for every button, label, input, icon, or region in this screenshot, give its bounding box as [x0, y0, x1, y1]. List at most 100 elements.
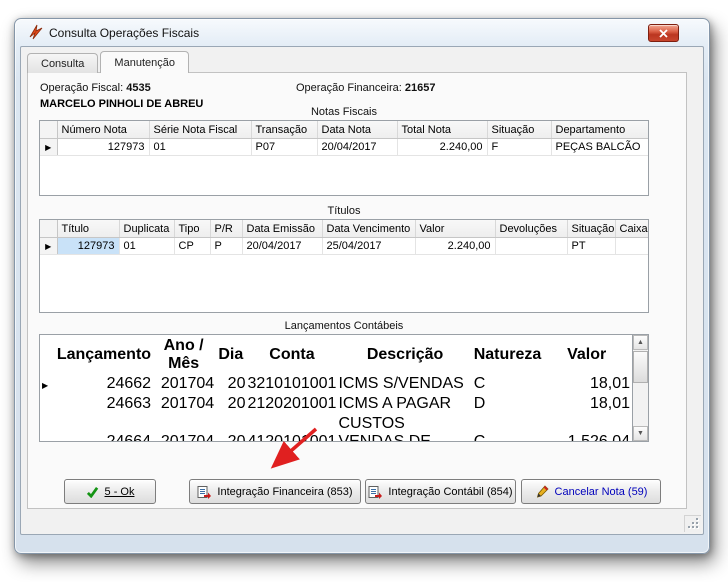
titulos-table-row[interactable]: ▶ 127973 01 CP P 20/04/2017 25/04/2017 2… [40, 237, 649, 254]
cell[interactable]: 24664 [57, 415, 151, 441]
cell[interactable]: D [474, 395, 542, 413]
notas-table-row[interactable]: ▶ 127973 01 P07 20/04/2017 2.240,00 F PE… [40, 138, 649, 155]
cell[interactable]: 24663 [57, 395, 151, 413]
col-dia[interactable]: Dia [216, 337, 245, 373]
titlebar[interactable]: Consulta Operações Fiscais [15, 19, 709, 46]
integracao-contabil-label: Integração Contábil (854) [388, 486, 512, 498]
cell[interactable]: 24662 [57, 375, 151, 393]
notas-fiscais-grid: Número Nota Série Nota Fiscal Transação … [39, 120, 649, 196]
lancamentos-table-row[interactable]: 24663 201704 20 2120201001 ICMS A PAGAR … [42, 395, 630, 413]
integracao-contabil-button[interactable]: Integração Contábil (854) [365, 479, 516, 504]
cell[interactable]: 20 [216, 415, 245, 441]
cell[interactable]: 18,01 [543, 375, 630, 393]
col-data-nota[interactable]: Data Nota [317, 121, 397, 138]
row-selector-header [42, 337, 55, 373]
cell[interactable]: 2120201001 [247, 395, 336, 413]
cell[interactable]: 20/04/2017 [242, 237, 322, 254]
scrollbar-track[interactable] [633, 350, 648, 426]
dialog-window: Consulta Operações Fiscais Consulta Manu… [14, 18, 710, 554]
pencil-icon [535, 485, 549, 499]
vertical-scrollbar[interactable]: ▲ ▼ [632, 335, 648, 441]
col-serie-nota-fiscal[interactable]: Série Nota Fiscal [149, 121, 251, 138]
cell[interactable]: 1.526,04 [543, 415, 630, 441]
dialog-client-area: Consulta Manutenção Operação Fiscal: 453… [20, 46, 704, 535]
app-logo-icon [28, 24, 45, 41]
cell[interactable]: 18,01 [543, 395, 630, 413]
col-devolucoes[interactable]: Devoluções [495, 220, 567, 237]
col-data-emissao[interactable]: Data Emissão [242, 220, 322, 237]
row-selector-header [40, 220, 57, 237]
titulos-header-row: Título Duplicata Tipo P/R Data Emissão D… [40, 220, 649, 237]
titulos-grid: Título Duplicata Tipo P/R Data Emissão D… [39, 219, 649, 313]
col-data-vencimento[interactable]: Data Vencimento [322, 220, 415, 237]
cell[interactable]: 20/04/2017 [317, 138, 397, 155]
scroll-down-button[interactable]: ▼ [633, 426, 648, 441]
cancelar-nota-button[interactable]: Cancelar Nota (59) [521, 479, 661, 504]
resize-grip[interactable] [684, 515, 701, 532]
col-caixa[interactable]: Caixa [615, 220, 649, 237]
lancamentos-grid: Lançamento Ano / Mês Dia Conta Descrição… [39, 334, 649, 442]
lancamentos-table-row[interactable]: ▶ 24662 201704 20 3210101001 ICMS S/VEND… [42, 375, 630, 393]
cell[interactable]: 2.240,00 [415, 237, 495, 254]
close-button[interactable] [648, 24, 679, 42]
cell[interactable]: C [474, 375, 542, 393]
cell[interactable]: 3210101001 [247, 375, 336, 393]
cell[interactable]: P07 [251, 138, 317, 155]
col-valor[interactable]: Valor [543, 337, 630, 373]
col-valor[interactable]: Valor [415, 220, 495, 237]
col-situacao[interactable]: Situação [567, 220, 615, 237]
col-tipo[interactable]: Tipo [174, 220, 210, 237]
cell[interactable]: 20 [216, 375, 245, 393]
current-row-indicator: ▶ [42, 381, 48, 390]
cell[interactable]: P [210, 237, 242, 254]
col-numero-nota[interactable]: Número Nota [57, 121, 149, 138]
col-situacao[interactable]: Situação [487, 121, 551, 138]
operacao-fiscal-field: Operação Fiscal: 4535 [40, 82, 151, 94]
cell[interactable]: PEÇAS BALCÃO [551, 138, 649, 155]
row-selector [42, 395, 55, 413]
selected-cell[interactable]: 127973 [57, 237, 119, 254]
col-duplicata[interactable]: Duplicata [119, 220, 174, 237]
col-ano-mes[interactable]: Ano / Mês [153, 337, 214, 373]
window-title: Consulta Operações Fiscais [49, 26, 199, 40]
check-icon [86, 486, 99, 498]
col-descricao[interactable]: Descrição [338, 337, 471, 373]
scrollbar-thumb[interactable] [633, 351, 648, 383]
cell[interactable]: 201704 [153, 415, 214, 441]
col-titulo[interactable]: Título [57, 220, 119, 237]
cell[interactable]: F [487, 138, 551, 155]
cell[interactable]: C [474, 415, 542, 441]
cell[interactable]: 127973 [57, 138, 149, 155]
tab-consulta[interactable]: Consulta [27, 53, 98, 73]
cell[interactable]: 01 [119, 237, 174, 254]
col-conta[interactable]: Conta [247, 337, 336, 373]
close-icon [659, 29, 668, 38]
col-lancamento[interactable]: Lançamento [57, 337, 151, 373]
cell[interactable]: CUSTOS VENDAS DE PECAS [338, 415, 471, 441]
col-transacao[interactable]: Transação [251, 121, 317, 138]
col-pr[interactable]: P/R [210, 220, 242, 237]
annotation-arrow [252, 424, 330, 476]
cell[interactable]: 20 [216, 395, 245, 413]
scroll-up-button[interactable]: ▲ [633, 335, 648, 350]
cell[interactable]: ICMS A PAGAR [338, 395, 471, 413]
cell[interactable]: CP [174, 237, 210, 254]
cell[interactable]: 01 [149, 138, 251, 155]
col-total-nota[interactable]: Total Nota [397, 121, 487, 138]
cell[interactable]: 201704 [153, 375, 214, 393]
cell[interactable] [615, 237, 649, 254]
cell[interactable]: ICMS S/VENDAS [338, 375, 471, 393]
cell[interactable]: 201704 [153, 395, 214, 413]
operacao-financeira-field: Operação Financeira: 21657 [296, 82, 435, 94]
cell[interactable] [495, 237, 567, 254]
cell[interactable]: 25/04/2017 [322, 237, 415, 254]
cell[interactable]: 2.240,00 [397, 138, 487, 155]
lancamentos-table-row[interactable]: 24664 201704 20 4120101001 CUSTOS VENDAS… [42, 415, 630, 441]
tab-manutencao[interactable]: Manutenção [100, 51, 189, 73]
col-departamento[interactable]: Departamento [551, 121, 649, 138]
col-natureza[interactable]: Natureza [474, 337, 542, 373]
operacao-fiscal-label: Operação Fiscal: [40, 82, 123, 94]
ok-button[interactable]: 5 - Ok [64, 479, 156, 504]
integracao-financeira-button[interactable]: Integração Financeira (853) [189, 479, 361, 504]
cell[interactable]: PT [567, 237, 615, 254]
